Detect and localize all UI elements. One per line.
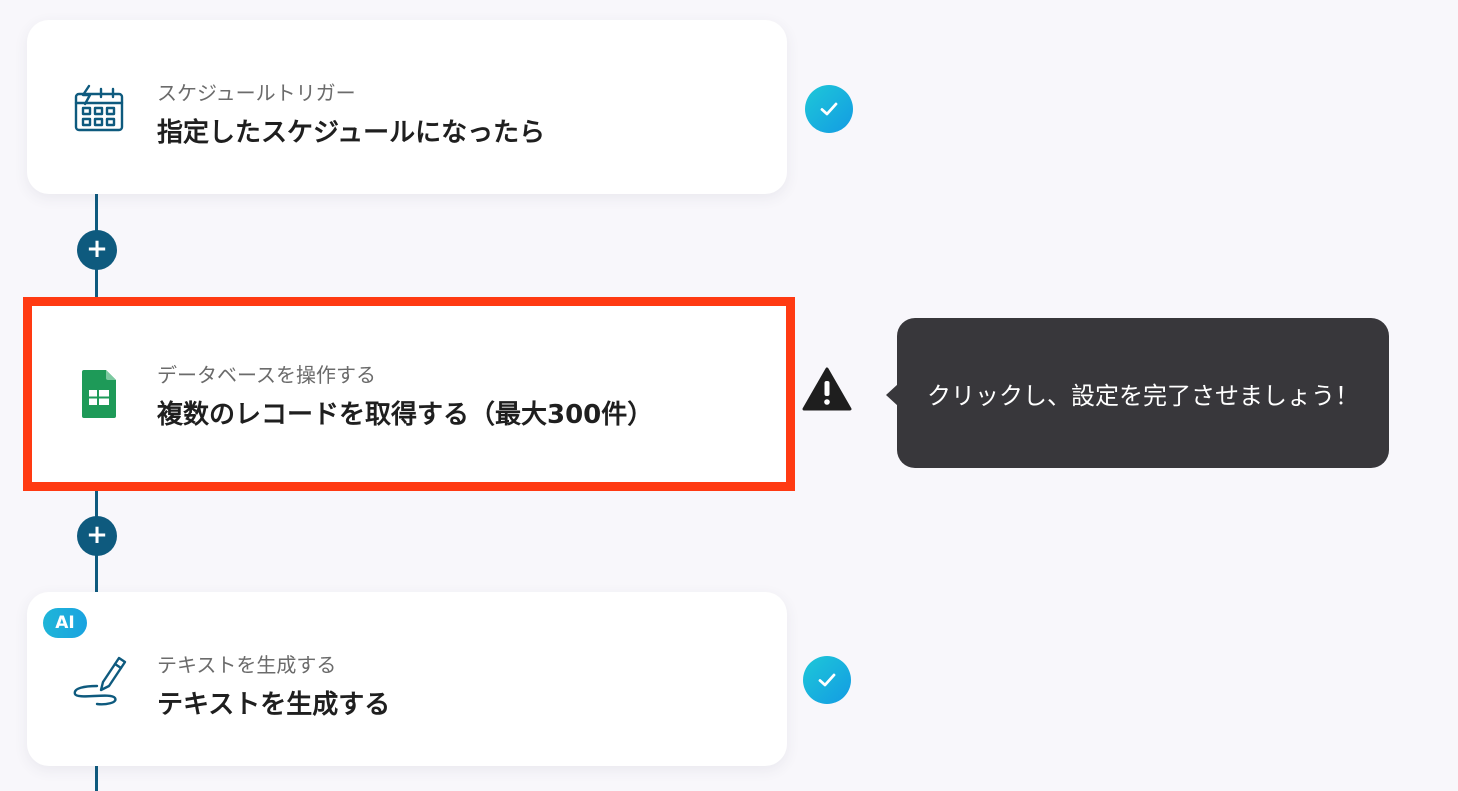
add-step-button[interactable]: +: [77, 230, 117, 270]
completed-check-icon: [805, 85, 853, 133]
add-step-button[interactable]: +: [77, 516, 117, 556]
flow-canvas: + + スケジュールトリガー 指定したスケジュールになったら データベースを操作…: [0, 0, 1458, 791]
step-type-label: データベースを操作する: [157, 363, 376, 387]
pen-write-icon: [71, 652, 127, 708]
step-type-label: スケジュールトリガー: [157, 81, 356, 105]
step-card-database-operation[interactable]: データベースを操作する 複数のレコードを取得する（最大300件）: [23, 297, 795, 491]
step-card-schedule-trigger[interactable]: スケジュールトリガー 指定したスケジュールになったら: [27, 20, 787, 194]
completed-check-icon: [803, 656, 851, 704]
step-title: 指定したスケジュールになったら: [157, 118, 546, 148]
step-type-label: テキストを生成する: [157, 653, 337, 677]
step-card-text-generation[interactable]: テキストを生成する テキストを生成する: [27, 592, 787, 766]
step-title: テキストを生成する: [157, 690, 391, 720]
warning-icon: [802, 366, 852, 412]
step-title: 複数のレコードを取得する（最大300件）: [157, 400, 654, 430]
plus-icon: +: [86, 234, 108, 264]
calendar-schedule-icon: [71, 80, 127, 136]
setup-tooltip: クリックし、設定を完了させましょう！: [897, 318, 1389, 468]
plus-icon: +: [86, 520, 108, 550]
ai-badge: AI: [43, 608, 87, 638]
google-sheets-icon: [80, 368, 136, 424]
flow-connector: [95, 765, 98, 791]
